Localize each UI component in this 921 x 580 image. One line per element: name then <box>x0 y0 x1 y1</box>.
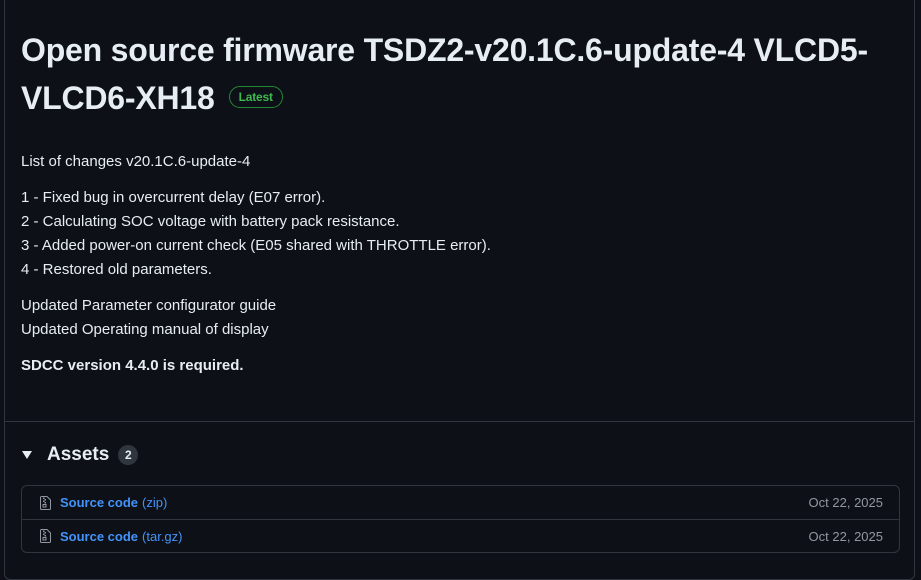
release-notes: List of changes v20.1C.6-update-4 1 - Fi… <box>21 150 901 390</box>
asset-date: Oct 22, 2025 <box>808 495 883 510</box>
latest-badge: Latest <box>228 85 283 108</box>
assets-count-badge: 2 <box>118 445 139 465</box>
release-title[interactable]: Open source firmware TSDZ2-v20.1C.6-upda… <box>21 26 901 122</box>
file-zip-icon <box>40 529 51 543</box>
release-card: Open source firmware TSDZ2-v20.1C.6-upda… <box>4 0 915 580</box>
assets-toggle[interactable]: Assets 2 <box>21 441 139 469</box>
asset-link[interactable]: Source code <box>60 529 138 544</box>
asset-row-targz: Source code (tar.gz) Oct 22, 2025 <box>22 519 899 552</box>
requirement-note: SDCC version 4.4.0 is required. <box>21 354 901 378</box>
update-item: Updated Parameter configurator guide <box>21 297 277 314</box>
asset-ext[interactable]: (tar.gz) <box>142 529 182 544</box>
file-zip-icon <box>40 495 51 510</box>
assets-list: Source code (zip) Oct 22, 2025 Source co… <box>21 485 900 553</box>
change-item: 1 - Fixed bug in overcurrent delay (E07 … <box>21 189 326 206</box>
changes-list: 1 - Fixed bug in overcurrent delay (E07 … <box>21 186 901 282</box>
change-item: 2 - Calculating SOC voltage with battery… <box>21 213 400 230</box>
asset-row-zip: Source code (zip) Oct 22, 2025 <box>22 486 899 519</box>
update-item: Updated Operating manual of display <box>21 321 269 338</box>
asset-link[interactable]: Source code <box>60 495 138 510</box>
updates-list: Updated Parameter configurator guide Upd… <box>21 294 901 342</box>
section-divider <box>5 421 914 422</box>
assets-title[interactable]: Assets <box>47 444 109 466</box>
requirement-text: SDCC version 4.4.0 is required. <box>21 357 244 374</box>
change-item: 3 - Added power-on current check (E05 sh… <box>21 237 491 254</box>
changes-heading: List of changes v20.1C.6-update-4 <box>21 153 251 170</box>
change-item: 4 - Restored old parameters. <box>21 261 212 278</box>
release-header: Open source firmware TSDZ2-v20.1C.6-upda… <box>21 26 901 122</box>
release-title-text[interactable]: Open source firmware TSDZ2-v20.1C.6-upda… <box>21 32 868 116</box>
triangle-down-icon[interactable] <box>22 451 32 459</box>
asset-date: Oct 22, 2025 <box>808 528 883 544</box>
asset-ext[interactable]: (zip) <box>142 495 167 510</box>
